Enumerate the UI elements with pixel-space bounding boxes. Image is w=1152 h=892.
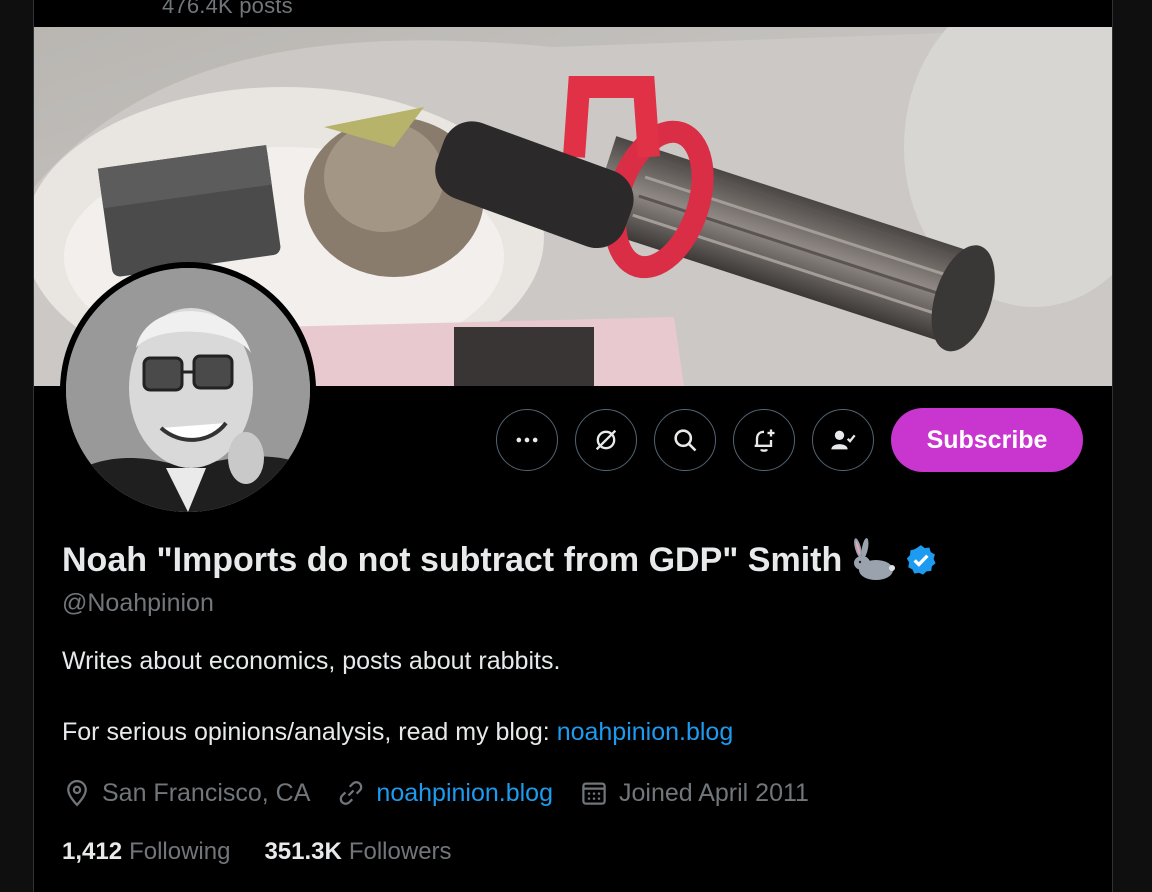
followers-count[interactable]: 351.3K: [264, 838, 341, 866]
grok-icon: [595, 429, 617, 451]
joined-item: Joined April 2011: [579, 778, 809, 808]
verified-badge-icon[interactable]: [904, 543, 938, 577]
bio-line-1: Writes about economics, posts about rabb…: [62, 647, 561, 675]
left-column-gutter: [0, 0, 34, 892]
bio-blog-link[interactable]: noahpinion.blog: [557, 718, 734, 746]
more-icon: [516, 437, 538, 443]
link-icon: [340, 781, 363, 805]
grok-button[interactable]: [575, 409, 637, 471]
joined-text: Joined April 2011: [618, 778, 809, 807]
bio-line-2: For serious opinions/analysis, read my b…: [62, 718, 733, 747]
search-profile-button[interactable]: [654, 409, 716, 471]
following-label[interactable]: Following: [129, 838, 230, 866]
display-name: Noah "Imports do not subtract from GDP" …: [62, 538, 938, 582]
website-link[interactable]: noahpinion.blog: [376, 779, 553, 808]
more-button[interactable]: [496, 409, 558, 471]
display-name-text: Noah "Imports do not subtract from GDP" …: [62, 540, 843, 579]
location-text: San Francisco, CA: [102, 778, 311, 807]
location-item: San Francisco, CA: [62, 778, 310, 808]
notification-add-icon: [754, 429, 775, 452]
rabbit-emoji-icon: [850, 538, 898, 582]
profile-actions: [496, 408, 891, 472]
right-column-gutter: [1113, 0, 1152, 892]
following-button[interactable]: [812, 409, 874, 471]
following-count[interactable]: 1,412: [62, 838, 122, 866]
subscribe-button[interactable]: Subscribe: [891, 408, 1083, 472]
profile-meta: San Francisco, CA noahpinion.blog Joined…: [62, 778, 835, 808]
location-pin-icon: [67, 779, 87, 807]
followers-label[interactable]: Followers: [349, 838, 452, 866]
profile-handle: @Noahpinion: [62, 589, 214, 617]
profile-avatar[interactable]: [60, 262, 316, 518]
website-item: noahpinion.blog: [336, 778, 553, 808]
notifications-button[interactable]: [733, 409, 795, 471]
search-icon: [674, 429, 697, 452]
following-check-icon: [831, 430, 856, 450]
bio-line-2-text: For serious opinions/analysis, read my b…: [62, 718, 557, 746]
follow-stats: 1,412 Following 351.3K Followers: [62, 838, 486, 866]
calendar-icon: [582, 782, 606, 805]
column-divider-right: [1112, 0, 1113, 892]
post-count: 476.4K posts: [162, 0, 293, 18]
